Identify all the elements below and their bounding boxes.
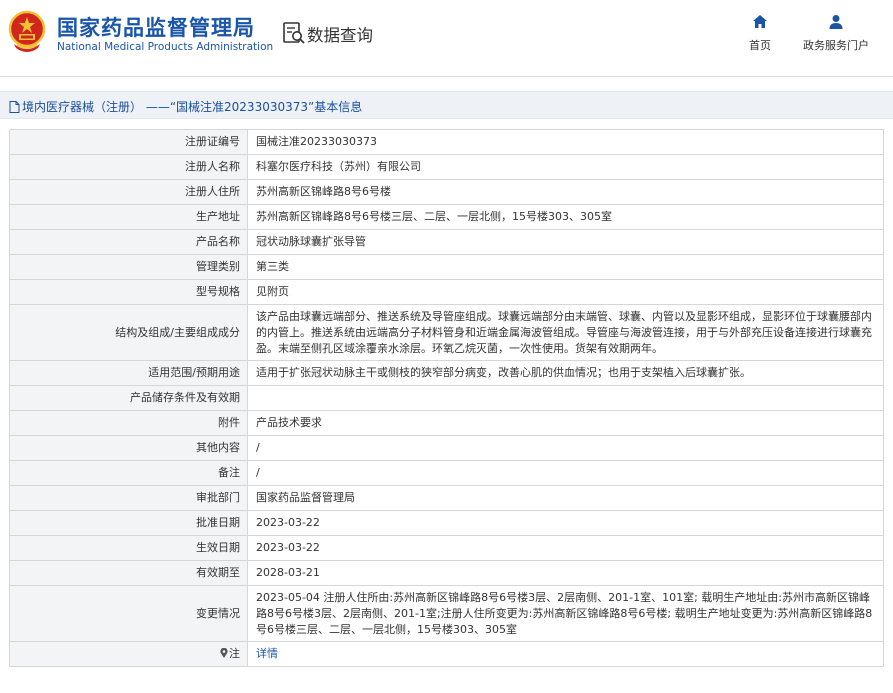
table-row: 注 详情 bbox=[9, 641, 884, 667]
document-icon bbox=[9, 101, 20, 113]
national-emblem-icon bbox=[8, 10, 46, 52]
row-value: 国械注准20233030373 bbox=[247, 129, 884, 155]
row-value: 科塞尔医疗科技（苏州）有限公司 bbox=[247, 154, 884, 180]
breadcrumb: 境内医疗器械（注册） ——“国械注准20233030373”基本信息 bbox=[9, 98, 362, 115]
table-row: 变更情况 2023-05-04 注册人住所由:苏州高新区锦峰路8号6号楼3层、2… bbox=[9, 585, 884, 642]
row-label: 附件 bbox=[9, 410, 248, 436]
row-value: 见附页 bbox=[247, 279, 884, 305]
row-value: 2023-03-22 bbox=[247, 510, 884, 536]
table-row: 批准日期 2023-03-22 bbox=[9, 510, 884, 536]
row-label: 生产地址 bbox=[9, 204, 248, 230]
row-value: 适用于扩张冠状动脉主干或侧枝的狭窄部分病变，改善心肌的供血情况；也用于支架植入后… bbox=[247, 360, 884, 386]
data-search-icon bbox=[283, 22, 305, 44]
nav-home-label: 首页 bbox=[749, 39, 771, 52]
table-row: 审批部门 国家药品监督管理局 bbox=[9, 485, 884, 511]
row-value: 产品技术要求 bbox=[247, 410, 884, 436]
table-row: 产品名称 冠状动脉球囊扩张导管 bbox=[9, 229, 884, 255]
table-row: 生效日期 2023-03-22 bbox=[9, 535, 884, 561]
row-value: / bbox=[247, 435, 884, 461]
row-value: 详情 bbox=[247, 641, 884, 667]
row-value: 2028-03-21 bbox=[247, 560, 884, 586]
row-label: 结构及组成/主要组成成分 bbox=[9, 304, 248, 361]
row-label: 产品储存条件及有效期 bbox=[9, 385, 248, 411]
row-label: 有效期至 bbox=[9, 560, 248, 586]
header-divider bbox=[0, 76, 893, 77]
row-value: 2023-03-22 bbox=[247, 535, 884, 561]
table-row: 注册人名称 科塞尔医疗科技（苏州）有限公司 bbox=[9, 154, 884, 180]
org-name-cn: 国家药品监督管理局 bbox=[57, 16, 255, 40]
breadcrumb-text: 境内医疗器械（注册） ——“国械注准20233030373”基本信息 bbox=[22, 100, 363, 114]
user-icon bbox=[829, 15, 843, 29]
table-row: 附件 产品技术要求 bbox=[9, 410, 884, 436]
row-value: / bbox=[247, 460, 884, 486]
row-label: 型号规格 bbox=[9, 279, 248, 305]
pin-icon bbox=[220, 648, 228, 658]
row-value: 苏州高新区锦峰路8号6号楼三层、二层、一层北侧，15号楼303、305室 bbox=[247, 204, 884, 230]
nav-service-portal[interactable]: 政务服务门户 bbox=[798, 14, 874, 53]
row-value: 2023-05-04 注册人住所由:苏州高新区锦峰路8号6号楼3层、2层南侧、2… bbox=[247, 585, 884, 642]
row-label: 生效日期 bbox=[9, 535, 248, 561]
row-label: 批准日期 bbox=[9, 510, 248, 536]
table-row: 注册人住所 苏州高新区锦峰路8号6号楼 bbox=[9, 179, 884, 205]
section-title: 数据查询 bbox=[307, 26, 373, 45]
table-row: 其他内容 / bbox=[9, 435, 884, 461]
site-header: 国家药品监督管理局 National Medical Products Admi… bbox=[0, 0, 893, 76]
table-row: 生产地址 苏州高新区锦峰路8号6号楼三层、二层、一层北侧，15号楼303、305… bbox=[9, 204, 884, 230]
org-name-en: National Medical Products Administration bbox=[57, 41, 274, 53]
row-label: 适用范围/预期用途 bbox=[9, 360, 248, 386]
nav-service-portal-label: 政务服务门户 bbox=[803, 39, 869, 52]
row-value bbox=[247, 385, 884, 411]
breadcrumb-bar: 境内医疗器械（注册） ——“国械注准20233030373”基本信息 bbox=[0, 91, 893, 119]
row-label: 产品名称 bbox=[9, 229, 248, 255]
row-value: 第三类 bbox=[247, 254, 884, 280]
note-label-text: 注 bbox=[229, 647, 240, 660]
row-value: 该产品由球囊远端部分、推送系统及导管座组成。球囊远端部分由末端管、球囊、内管以及… bbox=[247, 304, 884, 361]
row-label: 管理类别 bbox=[9, 254, 248, 280]
row-value: 苏州高新区锦峰路8号6号楼 bbox=[247, 179, 884, 205]
note-label: 注 bbox=[9, 641, 248, 667]
table-row: 适用范围/预期用途 适用于扩张冠状动脉主干或侧枝的狭窄部分病变，改善心肌的供血情… bbox=[9, 360, 884, 386]
details-link[interactable]: 详情 bbox=[256, 647, 278, 660]
registration-info-table: 注册证编号 国械注准20233030373 注册人名称 科塞尔医疗科技（苏州）有… bbox=[9, 129, 884, 667]
table-row: 注册证编号 国械注准20233030373 bbox=[9, 129, 884, 155]
table-row: 型号规格 见附页 bbox=[9, 279, 884, 305]
table-row: 结构及组成/主要组成成分 该产品由球囊远端部分、推送系统及导管座组成。球囊远端部… bbox=[9, 304, 884, 361]
table-row: 管理类别 第三类 bbox=[9, 254, 884, 280]
row-label: 注册人住所 bbox=[9, 179, 248, 205]
table-row: 产品储存条件及有效期 bbox=[9, 385, 884, 411]
home-icon bbox=[753, 15, 767, 28]
row-label: 审批部门 bbox=[9, 485, 248, 511]
table-row: 有效期至 2028-03-21 bbox=[9, 560, 884, 586]
row-label: 变更情况 bbox=[9, 585, 248, 642]
row-label: 注册人名称 bbox=[9, 154, 248, 180]
row-label: 注册证编号 bbox=[9, 129, 248, 155]
row-value: 国家药品监督管理局 bbox=[247, 485, 884, 511]
table-row: 备注 / bbox=[9, 460, 884, 486]
row-label: 其他内容 bbox=[9, 435, 248, 461]
row-label: 备注 bbox=[9, 460, 248, 486]
nav-home[interactable]: 首页 bbox=[740, 14, 780, 53]
row-value: 冠状动脉球囊扩张导管 bbox=[247, 229, 884, 255]
